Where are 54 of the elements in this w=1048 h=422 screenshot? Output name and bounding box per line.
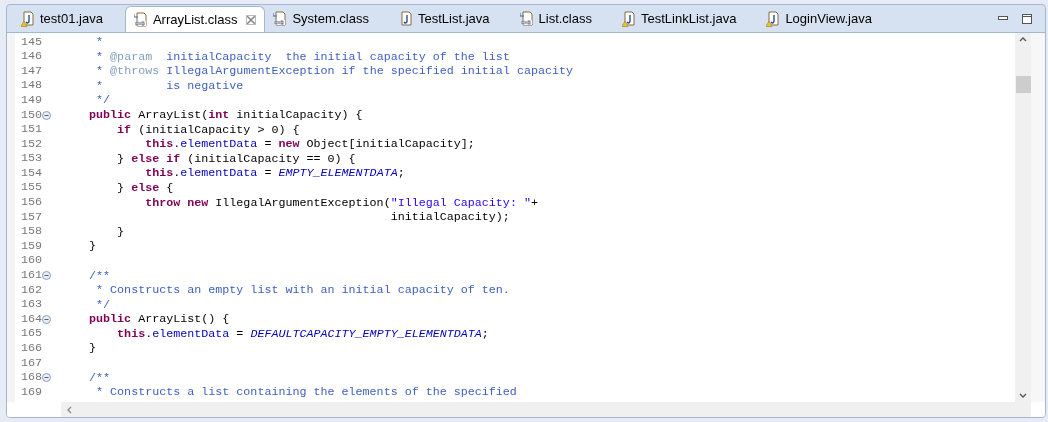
horizontal-scrollbar[interactable] [61, 402, 1031, 417]
java-file-icon [399, 11, 413, 27]
line-number: 155 [21, 179, 43, 197]
line-number: 145 [21, 33, 43, 51]
line-number: 160 [21, 252, 43, 270]
maximize-icon[interactable] [1022, 13, 1032, 24]
fold-icon[interactable] [42, 315, 52, 325]
code-line: throw new IllegalArgumentException("Illegal Capacity: "+ [144, 195, 538, 211]
code-line: initialCapacity); [389, 210, 510, 225]
binary-file-icon [133, 11, 148, 28]
code-line: } [116, 224, 125, 240]
line-number: 166 [21, 340, 43, 357]
code-line: * Constructs an empty list with an initial capacity of ten. [95, 283, 510, 298]
line-number: 165 [21, 325, 43, 343]
code-line: public ArrayList(int initialCapacity) { [88, 107, 363, 123]
editor-tab[interactable]: List.class [511, 6, 600, 32]
code-line: this.elementData = EMPTY_ELEMENTDATA; [144, 166, 405, 181]
code-line: this.elementData = new Object[initialCapacity]; [144, 137, 475, 152]
code-line: * is negative [95, 78, 244, 94]
code-line: } else if (initialCapacity == 0) { [116, 151, 356, 167]
binary-file-icon [519, 11, 534, 27]
fold-icon[interactable] [42, 373, 52, 383]
vertical-scrollbar[interactable] [1015, 33, 1031, 402]
binary-file-icon [273, 11, 288, 27]
editor-tab[interactable]: System.class [265, 6, 377, 32]
scroll-down-icon[interactable] [1019, 393, 1027, 398]
editor-tab[interactable]: LoginView.java [758, 6, 880, 32]
code-line: this.elementData = DEFAULTCAPACITY_EMPTY_ELEMENTDATA; [116, 326, 489, 342]
code-line: public ArrayList() { [88, 312, 230, 327]
fold-icon[interactable] [42, 110, 52, 120]
code-line: * @param initialCapacity the initial capacity of the list [95, 49, 510, 65]
scroll-up-icon[interactable] [1019, 37, 1027, 42]
editor-tab[interactable]: TestLinkList.java [614, 6, 745, 32]
close-icon[interactable] [246, 14, 257, 25]
code-line: * Constructs a list containing the elements of the specified [95, 385, 517, 400]
scrollbar-thumb[interactable] [1015, 76, 1031, 93]
code-line: } else { [116, 180, 174, 196]
editor-tab[interactable]: test01.java [13, 6, 111, 32]
fold-icon[interactable] [42, 271, 52, 281]
code-line: if (initialCapacity > 0) { [116, 122, 300, 138]
code-line: */ [95, 93, 111, 108]
code-line: * [95, 35, 104, 50]
line-number: 150 [21, 106, 43, 124]
code-line: */ [95, 297, 111, 313]
minimize-icon[interactable] [998, 16, 1008, 21]
code-line: * @throws IllegalArgumentException if the specified initial capacity [95, 64, 574, 79]
code-line: /** [88, 268, 111, 284]
editor-tab[interactable]: ArrayList.class [124, 6, 266, 32]
code-line: } [88, 239, 97, 254]
line-number: 167 [21, 354, 43, 372]
code-line: /** [88, 370, 111, 386]
scroll-left-icon[interactable] [67, 405, 72, 414]
editor-tab[interactable]: TestList.java [391, 6, 498, 32]
code-line: } [88, 341, 97, 357]
